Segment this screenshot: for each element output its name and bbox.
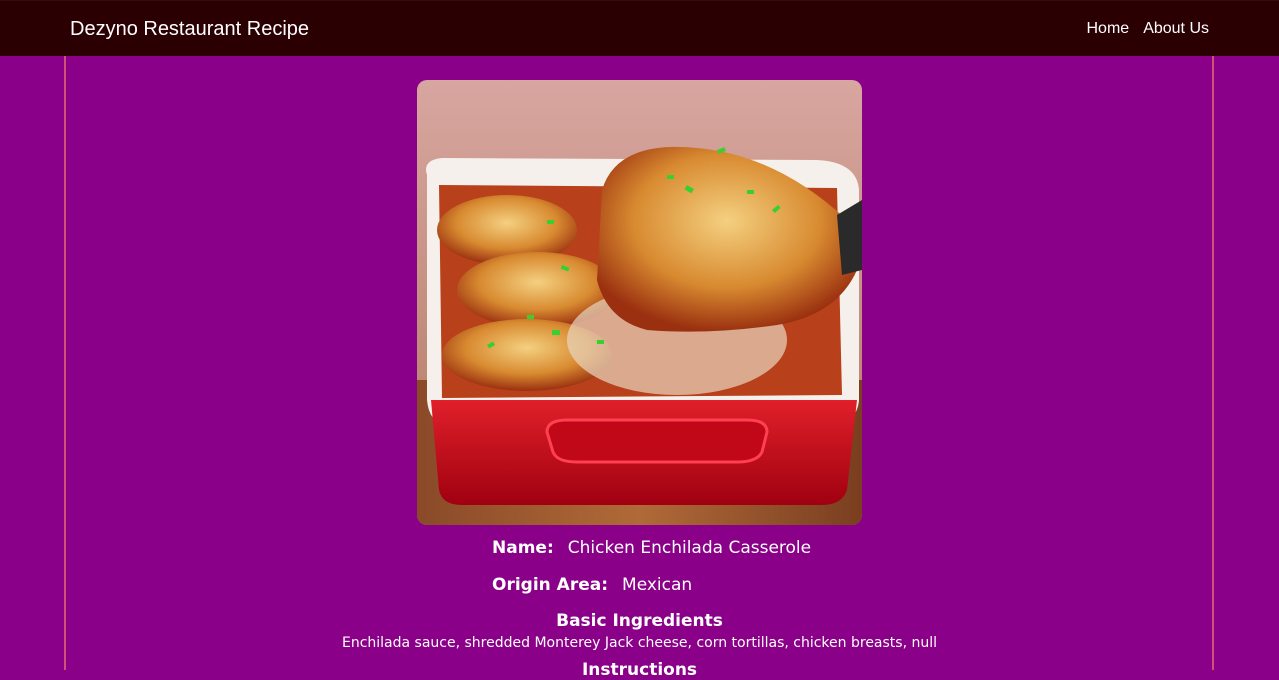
recipe-name-value: Chicken Enchilada Casserole [567,538,812,558]
instructions-title: Instructions [581,660,698,680]
ingredients-text: Enchilada sauce, shredded Monterey Jack … [341,635,938,651]
brand-link[interactable]: Dezyno Restaurant Recipe [70,17,309,41]
origin-area-row: Origin Area: Mexican [492,575,692,595]
nav-link-home[interactable]: Home [1087,19,1130,39]
navbar: Dezyno Restaurant Recipe Home About Us [0,0,1279,56]
origin-area-label: Origin Area: [492,575,609,595]
recipe-name-label: Name: [492,538,554,558]
origin-area-value: Mexican [622,575,693,595]
recipe-name-row: Name: Chicken Enchilada Casserole [492,538,811,558]
recipe-photo-illustration [417,80,862,525]
nav-link-about-us[interactable]: About Us [1143,19,1209,39]
nav-links: Home About Us [1087,19,1210,39]
recipe-image [417,80,862,525]
ingredients-title: Basic Ingredients [556,611,723,631]
